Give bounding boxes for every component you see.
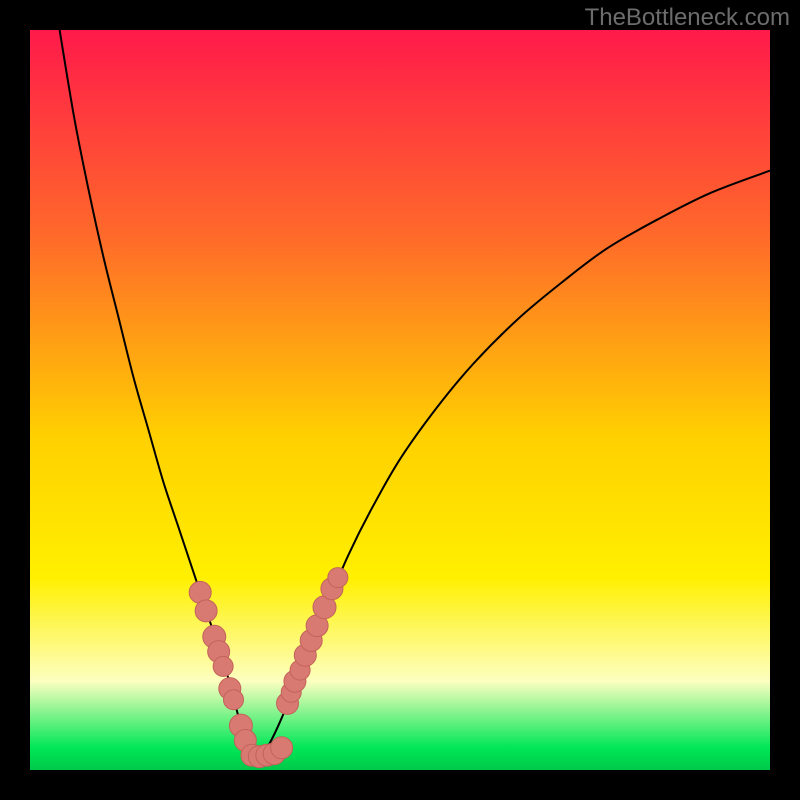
chart-frame: TheBottleneck.com bbox=[0, 0, 800, 800]
plot-svg bbox=[30, 30, 770, 770]
data-marker bbox=[224, 690, 244, 710]
data-marker bbox=[328, 568, 348, 588]
gradient-background bbox=[30, 30, 770, 770]
data-marker bbox=[213, 656, 233, 676]
data-marker bbox=[195, 600, 217, 622]
data-marker bbox=[271, 737, 293, 759]
plot-area bbox=[30, 30, 770, 770]
watermark-text: TheBottleneck.com bbox=[585, 4, 790, 32]
